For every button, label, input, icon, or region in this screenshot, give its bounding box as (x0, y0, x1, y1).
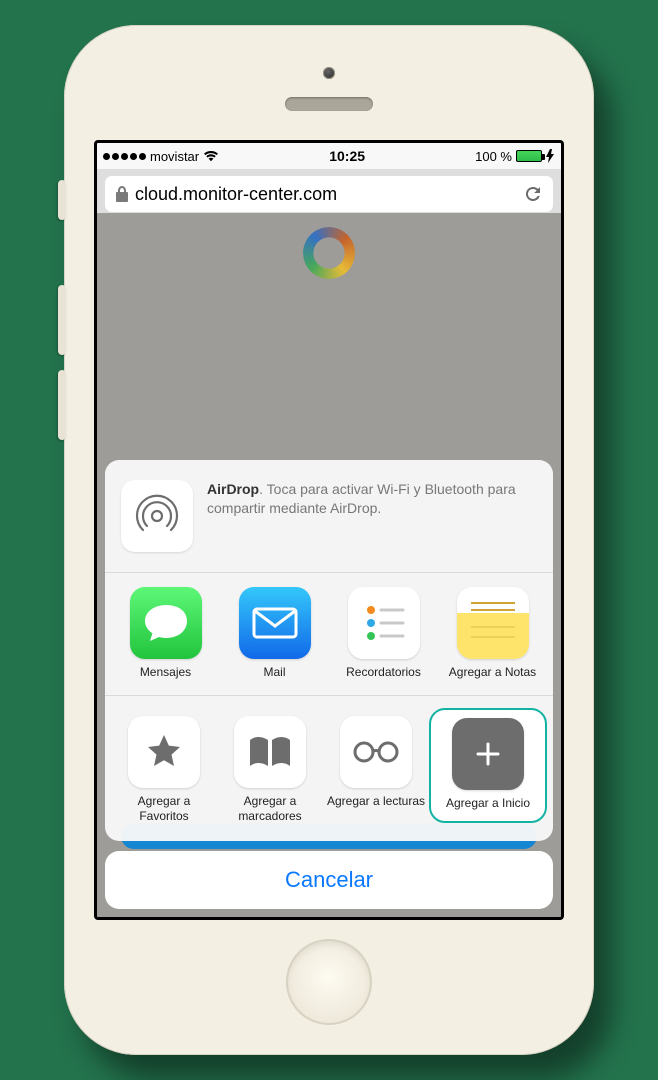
wifi-icon (203, 150, 219, 162)
battery-icon (516, 150, 542, 162)
share-apps-row: Mensajes Mail (105, 573, 553, 695)
status-bar: movistar 10:25 100 % (97, 143, 561, 169)
mail-icon (239, 587, 311, 659)
action-label: Agregar a Inicio (446, 796, 530, 810)
app-label: Recordatorios (346, 665, 421, 679)
action-label: Agregar a Favoritos (113, 794, 215, 823)
share-actions-row: Agregar a Favoritos Agregar a marcadores… (105, 695, 553, 841)
action-label: Agregar a marcadores (219, 794, 321, 823)
signal-dots-icon (103, 153, 146, 160)
address-bar[interactable]: cloud.monitor-center.com (105, 176, 553, 212)
logo-ring-icon (303, 227, 355, 279)
action-add-reading[interactable]: Agregar a lecturas (323, 716, 429, 823)
plus-square-icon (452, 718, 524, 790)
share-app-messages[interactable]: Mensajes (111, 587, 220, 679)
notes-icon (457, 587, 529, 659)
front-camera (323, 67, 335, 79)
home-button[interactable] (286, 939, 372, 1025)
share-card: AirDrop. Toca para activar Wi-Fi y Bluet… (105, 460, 553, 841)
charging-icon (546, 149, 555, 163)
lock-icon (115, 186, 129, 202)
action-label: Agregar a lecturas (327, 794, 425, 808)
messages-icon (130, 587, 202, 659)
cancel-button[interactable]: Cancelar (105, 851, 553, 909)
ear-speaker (285, 97, 373, 111)
url-text: cloud.monitor-center.com (135, 184, 337, 205)
app-label: Agregar a Notas (449, 665, 536, 679)
clock: 10:25 (223, 148, 471, 164)
mute-switch (58, 180, 66, 220)
app-label: Mail (263, 665, 285, 679)
screen: movistar 10:25 100 % cloud.monitor-cente… (94, 140, 564, 920)
share-app-notes[interactable]: Agregar a Notas (438, 587, 547, 679)
star-icon (128, 716, 200, 788)
glasses-icon (340, 716, 412, 788)
reminders-icon (348, 587, 420, 659)
volume-down (58, 370, 66, 440)
carrier-label: movistar (150, 149, 199, 164)
phone-frame: movistar 10:25 100 % cloud.monitor-cente… (64, 25, 594, 1055)
action-add-home[interactable]: Agregar a Inicio (429, 708, 547, 823)
airdrop-title: AirDrop (207, 481, 259, 497)
app-label: Mensajes (140, 665, 191, 679)
action-add-bookmarks[interactable]: Agregar a marcadores (217, 716, 323, 823)
share-app-mail[interactable]: Mail (220, 587, 329, 679)
share-sheet: AirDrop. Toca para activar Wi-Fi y Bluet… (105, 460, 553, 909)
share-app-reminders[interactable]: Recordatorios (329, 587, 438, 679)
airdrop-row[interactable]: AirDrop. Toca para activar Wi-Fi y Bluet… (105, 460, 553, 573)
cancel-label: Cancelar (285, 867, 373, 892)
airdrop-icon (121, 480, 193, 552)
volume-up (58, 285, 66, 355)
book-icon (234, 716, 306, 788)
refresh-icon[interactable] (523, 184, 543, 204)
airdrop-text: AirDrop. Toca para activar Wi-Fi y Bluet… (207, 480, 537, 552)
action-add-favorites[interactable]: Agregar a Favoritos (111, 716, 217, 823)
battery-pct: 100 % (475, 149, 512, 164)
